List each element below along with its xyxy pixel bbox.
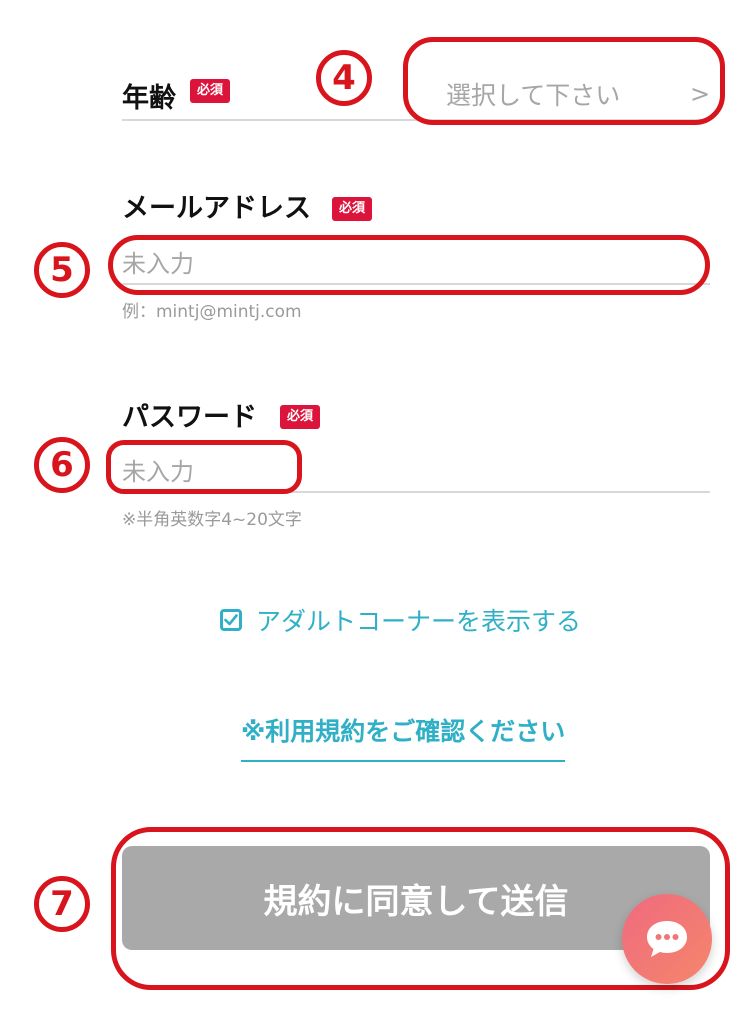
password-hint: ※半角英数字4~20文字 bbox=[122, 510, 302, 530]
chat-bubble-icon bbox=[647, 921, 687, 957]
check-icon bbox=[224, 614, 238, 626]
age-required-badge: 必須 bbox=[190, 79, 231, 103]
step-marker-6: 6 bbox=[34, 437, 90, 493]
password-label: パスワード bbox=[122, 402, 257, 433]
password-highlight-ring bbox=[106, 440, 302, 494]
password-required-badge: 必須 bbox=[280, 405, 321, 429]
terms-link[interactable]: ※利用規約をご確認ください bbox=[241, 712, 566, 762]
email-highlight-ring bbox=[108, 235, 710, 295]
chat-button[interactable] bbox=[622, 894, 712, 984]
email-required-badge: 必須 bbox=[332, 197, 373, 221]
step-marker-5: 5 bbox=[34, 242, 90, 298]
adult-corner-label: アダルトコーナーを表示する bbox=[256, 607, 582, 636]
email-hint: 例：mintj@mintj.com bbox=[122, 302, 302, 322]
age-label: 年齢 bbox=[122, 83, 176, 114]
adult-corner-toggle[interactable]: アダルトコーナーを表示する bbox=[220, 602, 581, 638]
step-marker-4: 4 bbox=[316, 50, 372, 106]
step-marker-7: 7 bbox=[34, 876, 90, 932]
age-highlight-ring bbox=[403, 37, 725, 125]
adult-corner-checkbox[interactable] bbox=[220, 609, 242, 631]
email-label: メールアドレス bbox=[122, 193, 311, 224]
